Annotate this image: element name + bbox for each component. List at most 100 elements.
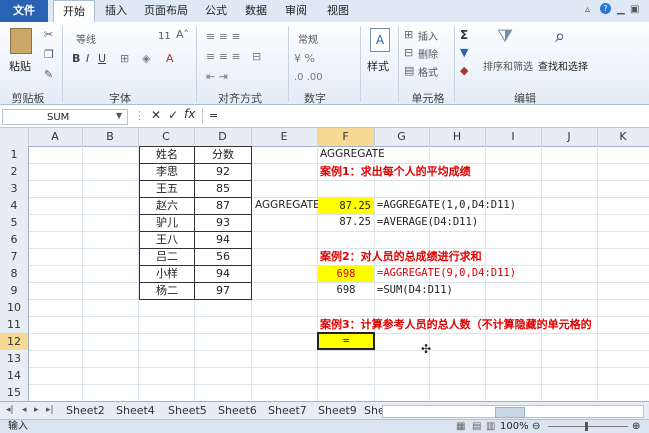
enter-formula-icon[interactable]: ✓ [168, 108, 178, 122]
currency-icon[interactable]: ¥ % [294, 52, 315, 65]
zoom-level[interactable]: 100% [500, 420, 529, 433]
table-cell-name[interactable]: 小样 [139, 265, 195, 283]
cell-g5-formula[interactable]: =AVERAGE(D4:D11) [377, 214, 478, 231]
cancel-formula-icon[interactable]: ✕ [151, 108, 161, 122]
cell-g8-formula[interactable]: =AGGREGATE(9,0,D4:D11) [377, 265, 516, 282]
merge-center-icon[interactable]: ⊟ [252, 50, 261, 63]
tab-home[interactable]: 开始 [53, 0, 95, 23]
column-header-a[interactable]: A [28, 128, 83, 146]
table-cell-score[interactable]: 92 [194, 163, 252, 181]
row-header[interactable]: 14 [0, 367, 29, 385]
sheet-nav-first-icon[interactable]: ◂| [6, 402, 14, 419]
sheet-tab[interactable]: Sheet2 [66, 402, 105, 419]
row-header[interactable]: 8 [0, 265, 29, 283]
tab-insert[interactable]: 插入 [100, 0, 132, 22]
table-cell-name[interactable]: 杨二 [139, 282, 195, 300]
scrollbar-thumb[interactable] [495, 407, 525, 418]
table-header-cell[interactable]: 姓名 [139, 146, 195, 164]
fill-color-icon[interactable]: ◈ [142, 52, 150, 65]
italic-icon[interactable]: I [86, 52, 89, 65]
column-header-e[interactable]: E [251, 128, 318, 146]
select-all-corner[interactable] [0, 128, 29, 146]
styles-button[interactable]: 样式 [367, 58, 389, 74]
window-restore-icon[interactable]: ▣ [630, 4, 639, 15]
insert-cells-button[interactable]: 插入 [418, 28, 438, 43]
number-format-select[interactable]: 常规 [298, 31, 318, 46]
tab-page-layout[interactable]: 页面布局 [140, 0, 192, 22]
sheet-tab[interactable]: Sheet9 [318, 402, 357, 419]
column-header-j[interactable]: J [541, 128, 598, 146]
sort-filter-button[interactable]: 排序和筛选 [483, 58, 533, 73]
page-layout-view-icon[interactable]: ▤ [472, 420, 481, 433]
sheet-nav-next-icon[interactable]: ▸ [34, 402, 39, 419]
row-header[interactable]: 12 [0, 333, 29, 351]
borders-icon[interactable]: ⊞ [120, 52, 129, 65]
zoom-slider-thumb[interactable] [585, 422, 588, 431]
row-header[interactable]: 1 [0, 146, 29, 164]
copy-icon[interactable]: ❐ [44, 48, 54, 61]
insert-function-icon[interactable]: fx [184, 107, 195, 121]
format-cells-icon[interactable]: ▤ [404, 64, 414, 77]
paste-button[interactable]: 粘贴 [9, 58, 31, 74]
align-top-icon[interactable]: ≡ ≡ ≡ [206, 30, 241, 43]
indent-icon[interactable]: ⇤ ⇥ [206, 70, 228, 83]
tab-data[interactable]: 数据 [240, 0, 272, 22]
clear-icon[interactable]: ◆ [460, 64, 468, 77]
column-header-b[interactable]: B [82, 128, 139, 146]
name-box[interactable]: SUM [2, 109, 128, 125]
column-header-h[interactable]: H [429, 128, 486, 146]
align-left-icon[interactable]: ≡ ≡ ≡ [206, 50, 241, 63]
table-cell-score[interactable]: 97 [194, 282, 252, 300]
zoom-slider[interactable] [548, 426, 628, 427]
zoom-in-icon[interactable]: ⊕ [632, 420, 640, 433]
column-header-f[interactable]: F [317, 128, 375, 146]
row-header[interactable]: 6 [0, 231, 29, 249]
minimize-ribbon-icon[interactable]: ▵ [585, 4, 590, 15]
paste-icon[interactable] [10, 28, 32, 54]
format-cells-button[interactable]: 格式 [418, 64, 438, 79]
tab-formulas[interactable]: 公式 [200, 0, 232, 22]
cell-f11-case3-title[interactable]: 案例3：计算参考人员的总人数（不计算隐藏的单元格的 [320, 316, 649, 333]
autosum-icon[interactable]: Σ [460, 28, 468, 42]
cell-f5-result[interactable]: 87.25 [318, 214, 374, 231]
row-header[interactable]: 11 [0, 316, 29, 334]
row-header[interactable]: 15 [0, 384, 29, 402]
table-cell-name[interactable]: 王五 [139, 180, 195, 198]
row-header[interactable]: 13 [0, 350, 29, 368]
table-cell-score[interactable]: 94 [194, 265, 252, 283]
column-header-i[interactable]: I [485, 128, 542, 146]
cell-f7-case2-title[interactable]: 案例2：对人员的总成绩进行求和 [320, 248, 482, 265]
table-cell-score[interactable]: 56 [194, 248, 252, 266]
row-header[interactable]: 5 [0, 214, 29, 232]
row-header[interactable]: 3 [0, 180, 29, 198]
table-cell-score[interactable]: 85 [194, 180, 252, 198]
cell-e4[interactable]: AGGREGATE [255, 197, 320, 214]
name-box-dropdown-icon[interactable]: ▼ [116, 111, 122, 120]
table-cell-score[interactable]: 87 [194, 197, 252, 215]
insert-cells-icon[interactable]: ⊞ [404, 28, 413, 41]
cell-f2-case1-title[interactable]: 案例1：求出每个人的平均成绩 [320, 163, 471, 180]
cell-f4-result[interactable]: 87.25 [318, 198, 374, 214]
underline-icon[interactable]: U [98, 52, 106, 65]
help-icon[interactable]: ? [600, 3, 611, 14]
page-break-view-icon[interactable]: ▥ [486, 420, 495, 433]
window-minimize-icon[interactable]: ▁ [617, 4, 625, 15]
tab-review[interactable]: 审阅 [280, 0, 312, 22]
column-header-d[interactable]: D [194, 128, 252, 146]
row-header[interactable]: 10 [0, 299, 29, 317]
cell-f1[interactable]: AGGREGATE [320, 146, 385, 163]
normal-view-icon[interactable]: ▦ [456, 420, 465, 433]
formula-input[interactable]: = [202, 108, 649, 124]
table-header-cell[interactable]: 分数 [194, 146, 252, 164]
cell-f9-result[interactable]: 698 [318, 282, 374, 299]
table-cell-name[interactable]: 赵六 [139, 197, 195, 215]
table-cell-score[interactable]: 93 [194, 214, 252, 232]
row-header[interactable]: 4 [0, 197, 29, 215]
delete-cells-icon[interactable]: ⊟ [404, 46, 413, 59]
grow-font-icon[interactable]: A˄ [176, 28, 189, 41]
delete-cells-button[interactable]: 删除 [418, 46, 438, 61]
column-header-c[interactable]: C [138, 128, 195, 146]
row-header[interactable]: 7 [0, 248, 29, 266]
find-select-icon[interactable]: ⌕ [555, 26, 565, 47]
table-cell-name[interactable]: 驴儿 [139, 214, 195, 232]
